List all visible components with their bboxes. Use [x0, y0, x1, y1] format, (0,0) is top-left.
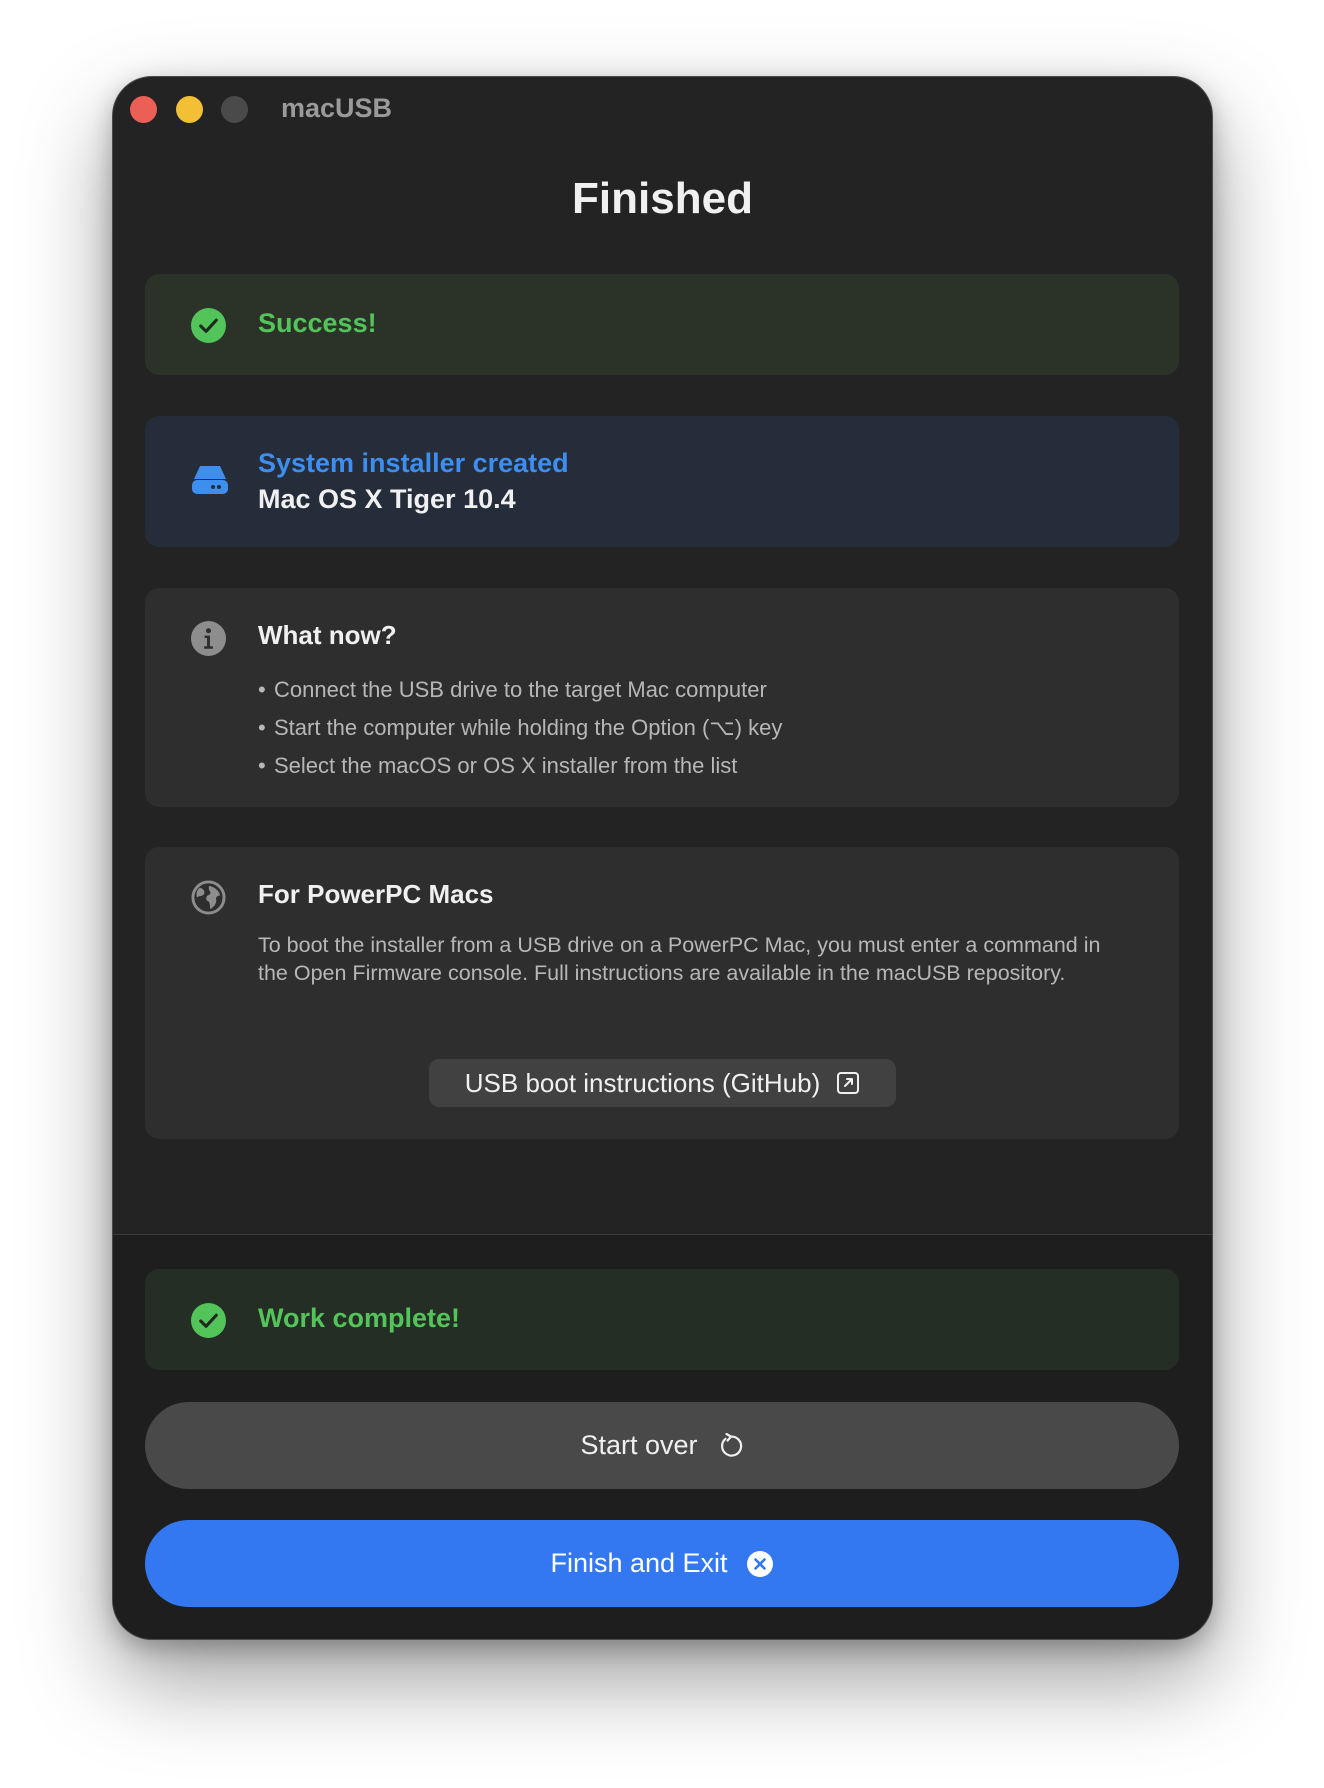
checkmark-circle-icon: [191, 308, 226, 343]
drive-icon: [192, 466, 228, 494]
instruction-step: Start the computer while holding the Opt…: [258, 709, 782, 747]
installer-status-label: System installer created: [258, 448, 569, 478]
success-label: Success!: [258, 308, 377, 338]
app-title: macUSB: [281, 93, 393, 123]
finish-and-exit-button[interactable]: Finish and Exit: [145, 1520, 1179, 1607]
what-now-heading: What now?: [258, 620, 397, 650]
start-over-button[interactable]: Start over: [145, 1402, 1179, 1489]
instruction-step: Select the macOS or OS X installer from …: [258, 747, 782, 785]
work-complete-panel: Work complete!: [145, 1269, 1179, 1370]
close-window-button[interactable]: [130, 96, 157, 123]
powerpc-heading: For PowerPC Macs: [258, 879, 494, 909]
success-panel: Success!: [145, 274, 1179, 375]
instruction-list: Connect the USB drive to the target Mac …: [258, 671, 782, 785]
zoom-window-button[interactable]: [221, 96, 248, 123]
powerpc-description: To boot the installer from a USB drive o…: [258, 933, 1101, 985]
usb-boot-instructions-button[interactable]: USB boot instructions (GitHub): [429, 1059, 896, 1107]
start-over-label: Start over: [580, 1430, 698, 1460]
external-link-icon: [837, 1072, 860, 1094]
installer-system-name: Mac OS X Tiger 10.4: [258, 484, 516, 514]
checkmark-circle-icon: [191, 1303, 226, 1338]
finish-and-exit-label: Finish and Exit: [550, 1548, 728, 1578]
minimize-window-button[interactable]: [176, 96, 203, 123]
close-circle-icon: [746, 1550, 773, 1577]
work-complete-label: Work complete!: [258, 1303, 461, 1333]
page-title: Finished: [572, 174, 753, 223]
app-window: macUSB Finished Success! System installe…: [112, 76, 1213, 1640]
title-bar: macUSB: [113, 77, 1212, 141]
what-now-panel: What now? Connect the USB drive to the t…: [145, 588, 1179, 807]
info-icon: [191, 621, 226, 656]
installer-panel: System installer created Mac OS X Tiger …: [145, 416, 1179, 547]
powerpc-panel: For PowerPC Macs To boot the installer f…: [145, 847, 1179, 1139]
globe-icon: [191, 880, 226, 915]
restart-icon: [720, 1432, 742, 1457]
usb-boot-instructions-label: USB boot instructions (GitHub): [464, 1067, 821, 1098]
instruction-step: Connect the USB drive to the target Mac …: [258, 671, 782, 709]
